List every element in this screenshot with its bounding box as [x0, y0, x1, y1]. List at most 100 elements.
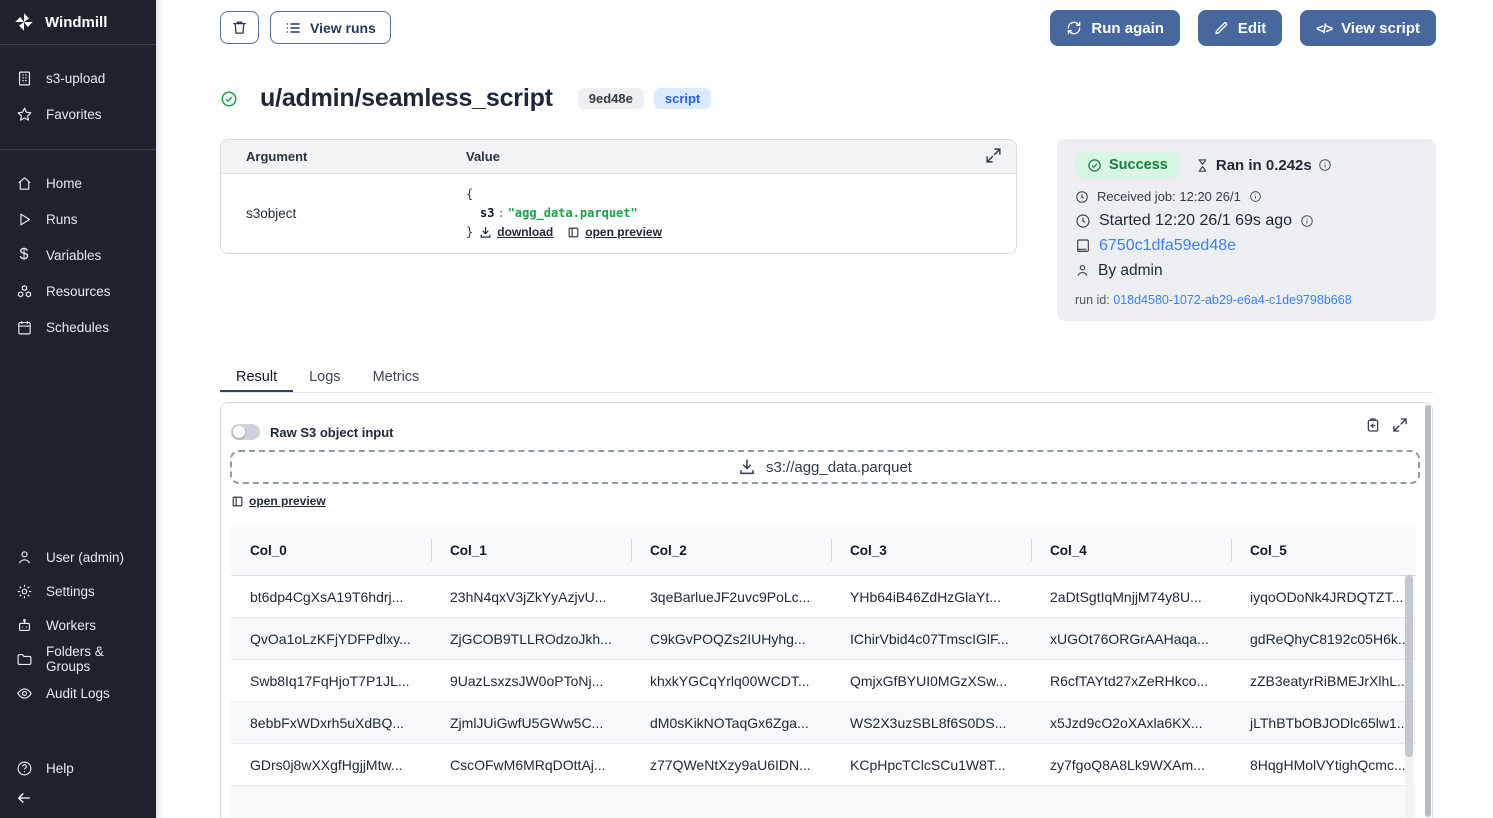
table-cell: zy7fgoQ8A8Lk9WXAm...	[1031, 744, 1231, 786]
open-preview-link[interactable]: open preview	[567, 223, 662, 242]
run-again-label: Run again	[1091, 20, 1164, 37]
table-row[interactable]: Swb8Iq17FqHjoT7P1JL... 9UazLsxzsJW0oPToN…	[231, 660, 1416, 702]
trash-icon	[231, 19, 248, 36]
list-icon	[285, 20, 301, 36]
sidebar-item-workers[interactable]: Workers	[0, 608, 156, 642]
sidebar-item-audit-logs[interactable]: Audit Logs	[0, 676, 156, 710]
sidebar-divider	[0, 44, 156, 45]
started-label: Started 12:20 26/1 69s ago	[1099, 212, 1292, 230]
sidebar-item-label: Audit Logs	[46, 686, 110, 701]
refresh-icon	[1066, 20, 1082, 36]
table-cell: 3qeBarlueJF2uvc9PoLc...	[631, 576, 831, 618]
tab-logs[interactable]: Logs	[293, 364, 356, 392]
download-link[interactable]: download	[479, 223, 553, 242]
tab-metrics[interactable]: Metrics	[357, 364, 436, 392]
table-row[interactable]: GDrs0j8wXXgfHgjjMtw... CscOFwM6MRqDOttAj…	[231, 744, 1416, 786]
sidebar-item-runs[interactable]: Runs	[0, 201, 156, 237]
sidebar-item-folders-groups[interactable]: Folders & Groups	[0, 642, 156, 676]
sidebar-item-label: Settings	[46, 584, 95, 599]
sidebar-item-help[interactable]: Help	[0, 750, 156, 786]
run-id-link[interactable]: 018d4580-1072-ab29-e6a4-c1de9798b668	[1113, 293, 1351, 307]
column-header[interactable]: Col_3	[831, 525, 1031, 576]
table-cell: zZB3eatyrRiBMEJrXlhL...	[1231, 660, 1416, 702]
code-icon: </>	[1316, 21, 1332, 36]
table-cell: IChirVbid4c07TmscIGlF...	[831, 618, 1031, 660]
table-cell: GDrs0j8wXXgfHgjjMtw...	[231, 744, 431, 786]
table-cell: R6cfTAYtd27xZeRHkco...	[1031, 660, 1231, 702]
clipboard-copy-icon[interactable]	[1365, 417, 1381, 433]
edit-button[interactable]: Edit	[1198, 10, 1282, 46]
info-icon[interactable]	[1249, 190, 1262, 203]
job-hash-link[interactable]: 6750c1dfa59ed48e	[1099, 237, 1236, 255]
info-icon[interactable]	[1318, 158, 1332, 172]
s3-file-download-button[interactable]: s3://agg_data.parquet	[230, 450, 1420, 484]
table-row-partial	[231, 786, 1416, 818]
sidebar-item-user[interactable]: User (admin)	[0, 540, 156, 574]
column-header[interactable]: Col_4	[1031, 525, 1231, 576]
received-line: Received job: 12:20 26/1	[1075, 185, 1418, 208]
expand-icon[interactable]	[1392, 417, 1408, 433]
edit-label: Edit	[1238, 20, 1266, 37]
sidebar-item-schedules[interactable]: Schedules	[0, 309, 156, 345]
sidebar-item-resources[interactable]: Resources	[0, 273, 156, 309]
sidebar-item-label: Folders & Groups	[46, 644, 141, 674]
boxes-icon	[15, 283, 33, 300]
view-script-label: View script	[1341, 20, 1420, 37]
table-cell: 2aDtSgtIqMnjjM74y8U...	[1031, 576, 1231, 618]
info-icon[interactable]	[1300, 214, 1314, 228]
table-scrollbar-thumb[interactable]	[1405, 575, 1413, 757]
column-header[interactable]: Col_1	[431, 525, 631, 576]
sidebar-divider	[0, 149, 156, 150]
table-row[interactable]: QvOa1oLzKFjYDFPdlxy... ZjGCOB9TLLROdzoJk…	[231, 618, 1416, 660]
view-runs-button[interactable]: View runs	[270, 11, 391, 44]
expand-icon[interactable]	[985, 147, 1002, 164]
sidebar-item-home[interactable]: Home	[0, 165, 156, 201]
table-cell: C9kGvPOQZs2IUHyhg...	[631, 618, 831, 660]
value-column-header: Value	[466, 149, 500, 164]
table-cell: 8HqgHMolVYtighQcmc...	[1231, 744, 1416, 786]
home-icon	[15, 175, 33, 192]
column-header[interactable]: Col_5	[1231, 525, 1416, 576]
sidebar-item-label: Runs	[46, 212, 78, 227]
sidebar-collapse-button[interactable]	[10, 786, 38, 810]
toolbar-left: View runs	[220, 11, 391, 44]
table-cell: z77QWeNtXzy9aU6IDN...	[631, 744, 831, 786]
column-header[interactable]: Col_0	[231, 525, 431, 576]
calendar-icon	[15, 319, 33, 336]
argument-column-header: Argument	[246, 149, 466, 164]
delete-button[interactable]	[220, 11, 259, 44]
sidebar-item-variables[interactable]: $ Variables	[0, 237, 156, 273]
sidebar-item-favorites[interactable]: Favorites	[0, 96, 156, 132]
result-panel-scrollbar[interactable]	[1425, 405, 1431, 817]
table-cell: khxkYGCqYrlq00WCDT...	[631, 660, 831, 702]
raw-s3-toggle[interactable]	[231, 424, 260, 440]
argument-value-json: { s3:"agg_data.parquet" }	[466, 185, 662, 242]
table-cell: ZjmlJUiGwfU5GWw5C...	[431, 702, 631, 744]
run-again-button[interactable]: Run again	[1050, 10, 1180, 46]
table-scrollbar[interactable]	[1405, 575, 1413, 818]
table-row[interactable]: bt6dp4CgXsA19T6hdrj... 23hN4qxV3jZkYyAzj…	[231, 576, 1416, 618]
sidebar-item-settings[interactable]: Settings	[0, 574, 156, 608]
windmill-app: Windmill s3-upload Favorites	[0, 0, 1493, 818]
windmill-logo-icon	[13, 11, 35, 33]
tab-result[interactable]: Result	[220, 364, 293, 392]
sidebar-item-label: User (admin)	[46, 550, 124, 565]
result-data-table: Col_0 Col_1 Col_2 Col_3 Col_4 Col_5 bt6d…	[231, 525, 1416, 818]
success-badge-label: Success	[1109, 157, 1168, 173]
json-key: s3	[466, 206, 494, 220]
table-row[interactable]: 8ebbFxWDxrh5uXdBQ... ZjmlJUiGwfU5GWw5C..…	[231, 702, 1416, 744]
result-panel: Raw S3 object input s3://agg_data.parque…	[220, 402, 1433, 818]
sidebar-bottom-nav: User (admin) Settings Workers	[0, 540, 156, 710]
table-cell: CscOFwM6MRqDOttAj...	[431, 744, 631, 786]
brand[interactable]: Windmill	[0, 0, 156, 44]
run-id-label: run id:	[1075, 293, 1110, 307]
run-status-panel: Success Ran in 0.242s	[1057, 139, 1436, 321]
sidebar-item-s3-upload[interactable]: s3-upload	[0, 60, 156, 96]
column-header[interactable]: Col_2	[631, 525, 831, 576]
view-runs-label: View runs	[310, 20, 376, 36]
argument-name: s3object	[246, 206, 466, 221]
view-script-button[interactable]: </> View script	[1300, 10, 1436, 46]
gear-icon	[15, 583, 33, 600]
main-content: View runs Run again Edit </> Vi	[156, 0, 1493, 818]
open-preview-link[interactable]: open preview	[231, 494, 326, 508]
